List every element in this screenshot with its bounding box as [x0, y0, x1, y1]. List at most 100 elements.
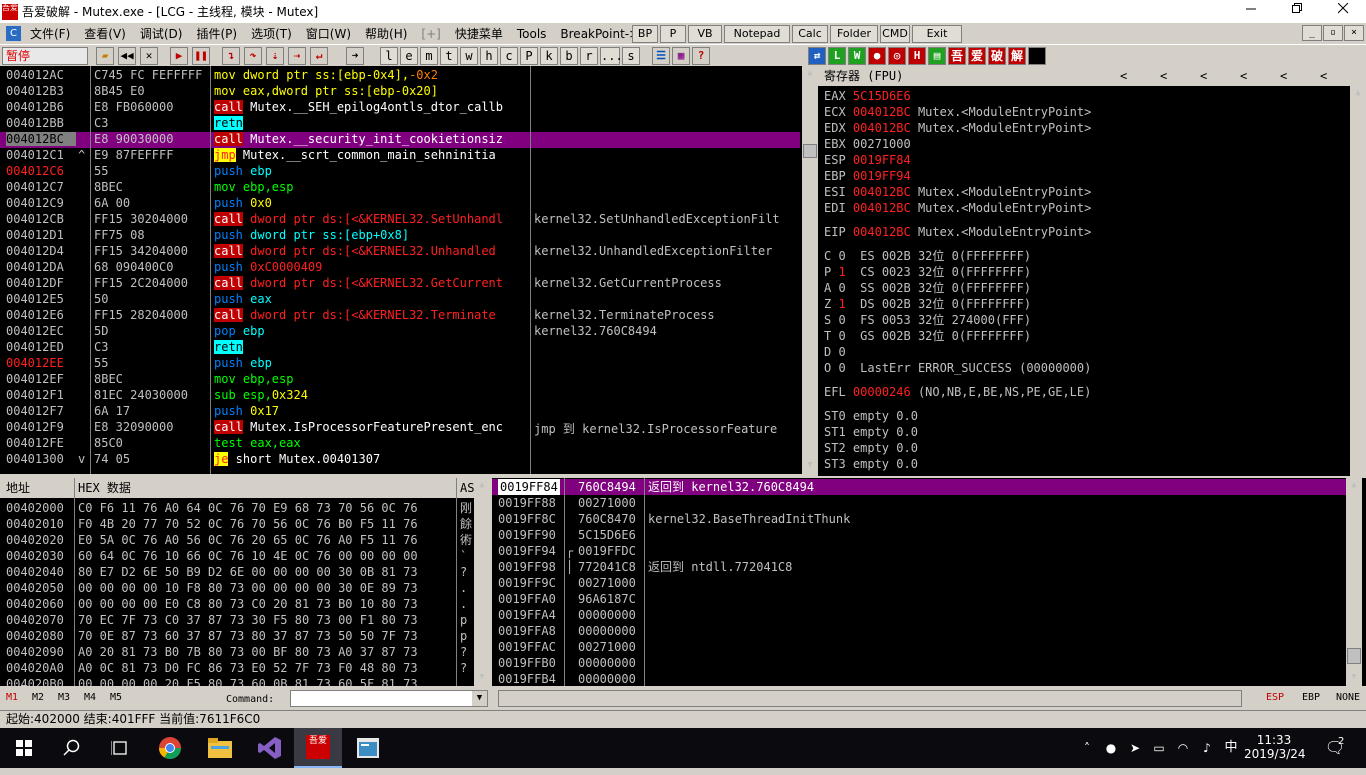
- register-row[interactable]: EDI 004012BC Mutex.<ModuleEntryPoint>: [824, 200, 1091, 216]
- command-input[interactable]: ▼: [290, 690, 488, 707]
- marker-m3[interactable]: M3: [58, 692, 70, 703]
- execute-till-return-icon[interactable]: ↵: [310, 47, 328, 65]
- marker-m1[interactable]: M1: [6, 692, 18, 703]
- stack-row[interactable]: 0019FF98 │ 772041C8 返回到 ntdll.772041C8: [492, 559, 1346, 575]
- tray-app-icon[interactable]: ●: [1100, 728, 1122, 768]
- disassembly-row[interactable]: 004012E6 FF15 28204000 call dword ptr ds:[…: [0, 308, 800, 324]
- registers-scrollbar[interactable]: ▲: [1350, 86, 1366, 476]
- log-window-button[interactable]: l: [380, 47, 398, 65]
- plugin-l-button[interactable]: L: [828, 47, 846, 65]
- threads-button[interactable]: t: [440, 47, 458, 65]
- collapse-arrow-icon[interactable]: <: [1200, 66, 1207, 86]
- trace-into-icon[interactable]: ⇣: [266, 47, 284, 65]
- fpu-row[interactable]: ST3 empty 0.0: [824, 456, 918, 472]
- blank-icon[interactable]: [1028, 47, 1046, 65]
- disassembly-row[interactable]: 004012B3 8B45 E0 mov eax,dword ptr ss:[ebp…: [0, 84, 800, 100]
- breakpoints-button[interactable]: b: [560, 47, 578, 65]
- dump-col-address[interactable]: 地址: [6, 478, 30, 498]
- call-stack-button[interactable]: k: [540, 47, 558, 65]
- restore-button[interactable]: [1274, 0, 1320, 23]
- plugin-wu-button[interactable]: 吾: [948, 47, 966, 65]
- handles-button[interactable]: h: [480, 47, 498, 65]
- stack-pane[interactable]: 0019FF84 760C8494 返回到 kernel32.760C8494 001…: [492, 478, 1366, 686]
- scroll-thumb[interactable]: [803, 144, 817, 158]
- cpu-button[interactable]: c: [500, 47, 518, 65]
- close-button[interactable]: [1320, 0, 1366, 23]
- stack-row[interactable]: 0019FF90 5C15D6E6: [492, 527, 1346, 543]
- disassembly-row[interactable]: 004012FE 85C0 test eax,eax: [0, 436, 800, 452]
- register-row[interactable]: ESI 004012BC Mutex.<ModuleEntryPoint>: [824, 184, 1091, 200]
- disassembly-row[interactable]: 004012EC 5D pop ebp kernel32.760C8494: [0, 324, 800, 340]
- menu-expand[interactable]: [+]: [414, 27, 447, 41]
- stack-follow-esp[interactable]: ESP: [1266, 692, 1284, 703]
- dump-scrollbar[interactable]: ▲ ▼: [474, 478, 490, 686]
- menu-view[interactable]: 查看(V): [77, 25, 133, 42]
- dump-col-hex[interactable]: HEX 数据: [78, 478, 131, 498]
- step-over-icon[interactable]: ↷: [244, 47, 262, 65]
- mdi-close-button[interactable]: ×: [1344, 25, 1364, 41]
- stack-row[interactable]: 0019FFA8 00000000: [492, 623, 1346, 639]
- plugin-bp-button[interactable]: BP: [632, 25, 658, 43]
- refresh-icon[interactable]: ⇄: [808, 47, 826, 65]
- marker-m5[interactable]: M5: [110, 692, 122, 703]
- stack-scrollbar[interactable]: ▲ ▼: [1346, 478, 1362, 686]
- disassembly-row[interactable]: 004012EF 8BEC mov ebp,esp: [0, 372, 800, 388]
- menu-debug[interactable]: 调试(D): [133, 25, 190, 42]
- flag-row[interactable]: T 0 GS 002B 32位 0(FFFFFFFF): [824, 328, 1031, 344]
- disassembly-row[interactable]: 004012B6 E8 FB060000 call Mutex.__SEH_epil…: [0, 100, 800, 116]
- flag-row[interactable]: Z 1 DS 002B 32位 0(FFFFFFFF): [824, 296, 1031, 312]
- stack-row[interactable]: 0019FF94 ┌ 0019FFDC: [492, 543, 1346, 559]
- fpu-row[interactable]: ST2 empty 0.0: [824, 440, 918, 456]
- disassembly-row[interactable]: 004012DA 68 090400C0 push 0xC0000409: [0, 260, 800, 276]
- dump-col-ascii[interactable]: AS: [460, 478, 474, 498]
- stack-follow-none[interactable]: NONE: [1336, 692, 1360, 703]
- disassembly-row[interactable]: 004012F7 6A 17 push 0x17: [0, 404, 800, 420]
- collapse-arrow-icon[interactable]: <: [1120, 66, 1127, 86]
- stack-row[interactable]: 0019FFB0 00000000: [492, 655, 1346, 671]
- executables-button[interactable]: e: [400, 47, 418, 65]
- scroll-down-icon[interactable]: ▼: [476, 672, 488, 684]
- menu-tools[interactable]: Tools: [510, 27, 554, 41]
- menu-file[interactable]: 文件(F): [23, 25, 77, 42]
- disassembly-row[interactable]: 004012C7 8BEC mov ebp,esp: [0, 180, 800, 196]
- source-button[interactable]: s: [622, 47, 640, 65]
- minimize-button[interactable]: [1228, 0, 1274, 23]
- scroll-up-icon[interactable]: ▲: [1348, 480, 1360, 492]
- disassembly-row[interactable]: 004012C9 6A 00 push 0x0: [0, 196, 800, 212]
- collapse-arrow-icon[interactable]: <: [1160, 66, 1167, 86]
- flag-row[interactable]: A 0 SS 002B 32位 0(FFFFFFFF): [824, 280, 1031, 296]
- visual-studio-icon[interactable]: [246, 728, 294, 768]
- stack-row[interactable]: 0019FFA0 96A6187C: [492, 591, 1346, 607]
- plugin-exit-button[interactable]: Exit: [912, 25, 962, 43]
- pause-icon[interactable]: ❚❚: [192, 47, 210, 65]
- stack-row[interactable]: 0019FFA4 00000000: [492, 607, 1346, 623]
- disassembly-row[interactable]: 004012EE 55 push ebp: [0, 356, 800, 372]
- appearance-icon[interactable]: ▦: [672, 47, 690, 65]
- open-icon[interactable]: ▰: [96, 47, 114, 65]
- file-explorer-icon[interactable]: [196, 728, 244, 768]
- search-icon[interactable]: [48, 728, 96, 768]
- chrome-icon[interactable]: [146, 728, 194, 768]
- disassembly-row[interactable]: 004012D4 FF15 34204000 call dword ptr ds:[…: [0, 244, 800, 260]
- stack-row[interactable]: 0019FF84 760C8494 返回到 kernel32.760C8494: [492, 479, 1346, 495]
- list-icon[interactable]: ▤: [928, 47, 946, 65]
- register-row[interactable]: ECX 004012BC Mutex.<ModuleEntryPoint>: [824, 104, 1091, 120]
- target-icon[interactable]: ◎: [888, 47, 906, 65]
- register-row-eip[interactable]: EIP 004012BC Mutex.<ModuleEntryPoint>: [824, 224, 1091, 240]
- plugin-calc-button[interactable]: Calc: [792, 25, 828, 43]
- collapse-arrow-icon[interactable]: <: [1240, 66, 1247, 86]
- registers-header[interactable]: 寄存器 (FPU) < < < < < <: [818, 66, 1366, 86]
- plugin-cmd-button[interactable]: CMD: [880, 25, 910, 43]
- registers-pane[interactable]: 寄存器 (FPU) < < < < < < EAX 5C15D6E6 ECX 0…: [818, 66, 1366, 476]
- disassembly-scrollbar[interactable]: ▲ ▼: [802, 66, 818, 474]
- register-row[interactable]: EAX 5C15D6E6: [824, 88, 918, 104]
- help-icon[interactable]: ?: [692, 47, 710, 65]
- marker-m4[interactable]: M4: [84, 692, 96, 703]
- plugin-ai-button[interactable]: 爱: [968, 47, 986, 65]
- disassembly-row[interactable]: 004012BC E8 90030000 call Mutex.__security…: [0, 132, 800, 148]
- disassembly-row[interactable]: 004012D1 FF75 08 push dword ptr ss:[ebp+0x…: [0, 228, 800, 244]
- disassembly-pane[interactable]: 004012AC C745 FC FEFFFFF mov dword ptr ss:…: [0, 66, 818, 474]
- plugin-notepad-button[interactable]: Notepad: [724, 25, 790, 43]
- plugin-p-button[interactable]: P: [660, 25, 686, 43]
- windows-button[interactable]: w: [460, 47, 478, 65]
